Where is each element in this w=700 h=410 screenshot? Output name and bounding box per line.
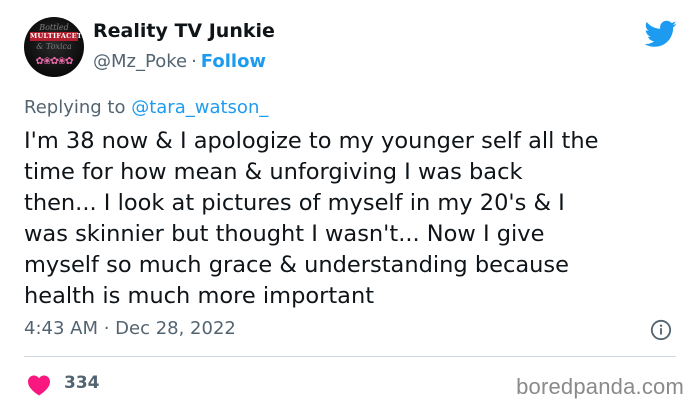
separator-dot: ·	[191, 51, 197, 72]
tweet-text: I'm 38 now & I apologize to my younger s…	[24, 126, 684, 312]
reply-mention-link[interactable]: @tara_watson_	[131, 97, 268, 118]
tweet-timestamp[interactable]: 4:43 AM · Dec 28, 2022	[24, 318, 236, 339]
avatar-logo-line: MULTIFACETED	[30, 32, 84, 41]
tweet-text-line: was skinnier but thought I wasn't... Now…	[24, 221, 545, 247]
tweet-text-line: I'm 38 now & I apologize to my younger s…	[24, 128, 599, 154]
reply-prefix: Replying to	[24, 97, 126, 118]
like-count[interactable]: 334	[64, 373, 100, 393]
heart-icon[interactable]	[27, 374, 51, 396]
avatar-logo-line: & Toxica	[36, 42, 72, 51]
avatar-logo-line: Bottled	[39, 23, 69, 32]
avatar[interactable]: Bottled MULTIFACETED & Toxica ✿❀✿❀✿	[24, 17, 84, 77]
follow-button[interactable]: Follow	[201, 51, 266, 72]
avatar-flowers: ✿❀✿❀✿	[35, 56, 74, 67]
tweet-text-line: then... I look at pictures of myself in …	[24, 190, 565, 216]
tweet-text-line: time for how mean & unforgiving I was ba…	[24, 159, 523, 185]
watermark: boredpanda.com	[516, 374, 684, 399]
author-handle[interactable]: @Mz_Poke	[93, 51, 187, 72]
tweet-text-line: myself so much grace & understanding bec…	[24, 252, 569, 278]
author-display-name[interactable]: Reality TV Junkie	[93, 20, 275, 42]
author-handle-row: @Mz_Poke · Follow	[93, 51, 266, 72]
divider	[24, 356, 676, 357]
twitter-bird-icon[interactable]	[645, 20, 677, 48]
tweet-text-line: health is much more important	[24, 283, 375, 309]
reply-context: Replying to @tara_watson_	[24, 97, 268, 118]
info-icon[interactable]	[650, 319, 672, 341]
